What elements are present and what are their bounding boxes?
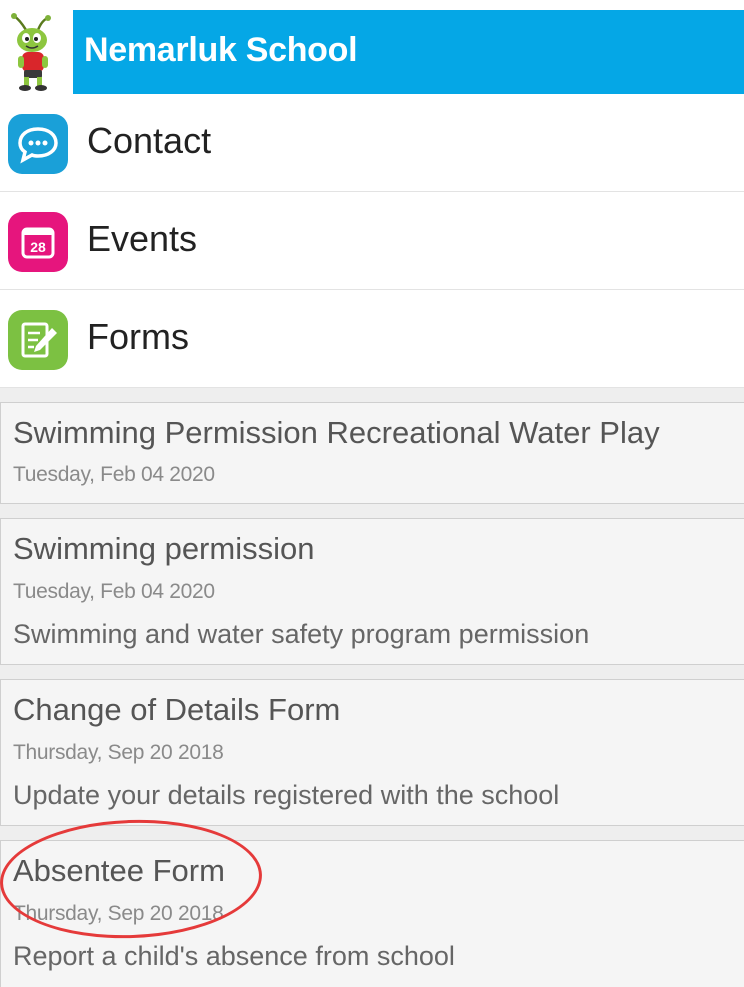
form-title: Change of Details Form: [13, 692, 341, 727]
chat-bubble-icon: [8, 114, 68, 174]
nav-label-events: Events: [87, 218, 198, 259]
form-description: Update your details registered with the …: [13, 780, 560, 810]
ant-mascot-icon: [11, 13, 51, 91]
nav-label-contact: Contact: [87, 120, 212, 161]
nav-item-contact[interactable]: Contact: [0, 94, 744, 192]
form-date: Tuesday, Feb 04 2020: [13, 463, 215, 486]
form-description: Swimming and water safety program permis…: [13, 619, 590, 649]
calendar-icon: 28: [8, 212, 68, 272]
nav-item-events[interactable]: 28 Events: [0, 192, 744, 290]
form-description: Report a child's absence from school: [13, 941, 455, 971]
form-card[interactable]: Swimming permission Tuesday, Feb 04 2020…: [0, 518, 744, 665]
app-header: Nemarluk School: [0, 10, 744, 94]
form-card-absentee[interactable]: Absentee Form Thursday, Sep 20 2018 Repo…: [0, 840, 744, 987]
form-date: Thursday, Sep 20 2018: [13, 902, 224, 925]
form-date: Thursday, Sep 20 2018: [13, 741, 224, 764]
nav-label-forms: Forms: [87, 316, 189, 357]
calendar-icon-day: 28: [30, 239, 46, 255]
edit-form-icon: [8, 310, 68, 370]
form-title: Swimming permission: [13, 531, 315, 566]
form-card[interactable]: Change of Details Form Thursday, Sep 20 …: [0, 679, 744, 826]
nav-item-forms[interactable]: Forms: [0, 290, 744, 388]
app-screen: Nemarluk School Contact 28 Events Forms: [0, 0, 744, 987]
form-card[interactable]: Swimming Permission Recreational Water P…: [0, 402, 744, 504]
form-title: Swimming Permission Recreational Water P…: [13, 415, 660, 450]
form-title: Absentee Form: [13, 853, 225, 888]
form-date: Tuesday, Feb 04 2020: [13, 580, 215, 603]
app-title: Nemarluk School: [84, 31, 358, 69]
